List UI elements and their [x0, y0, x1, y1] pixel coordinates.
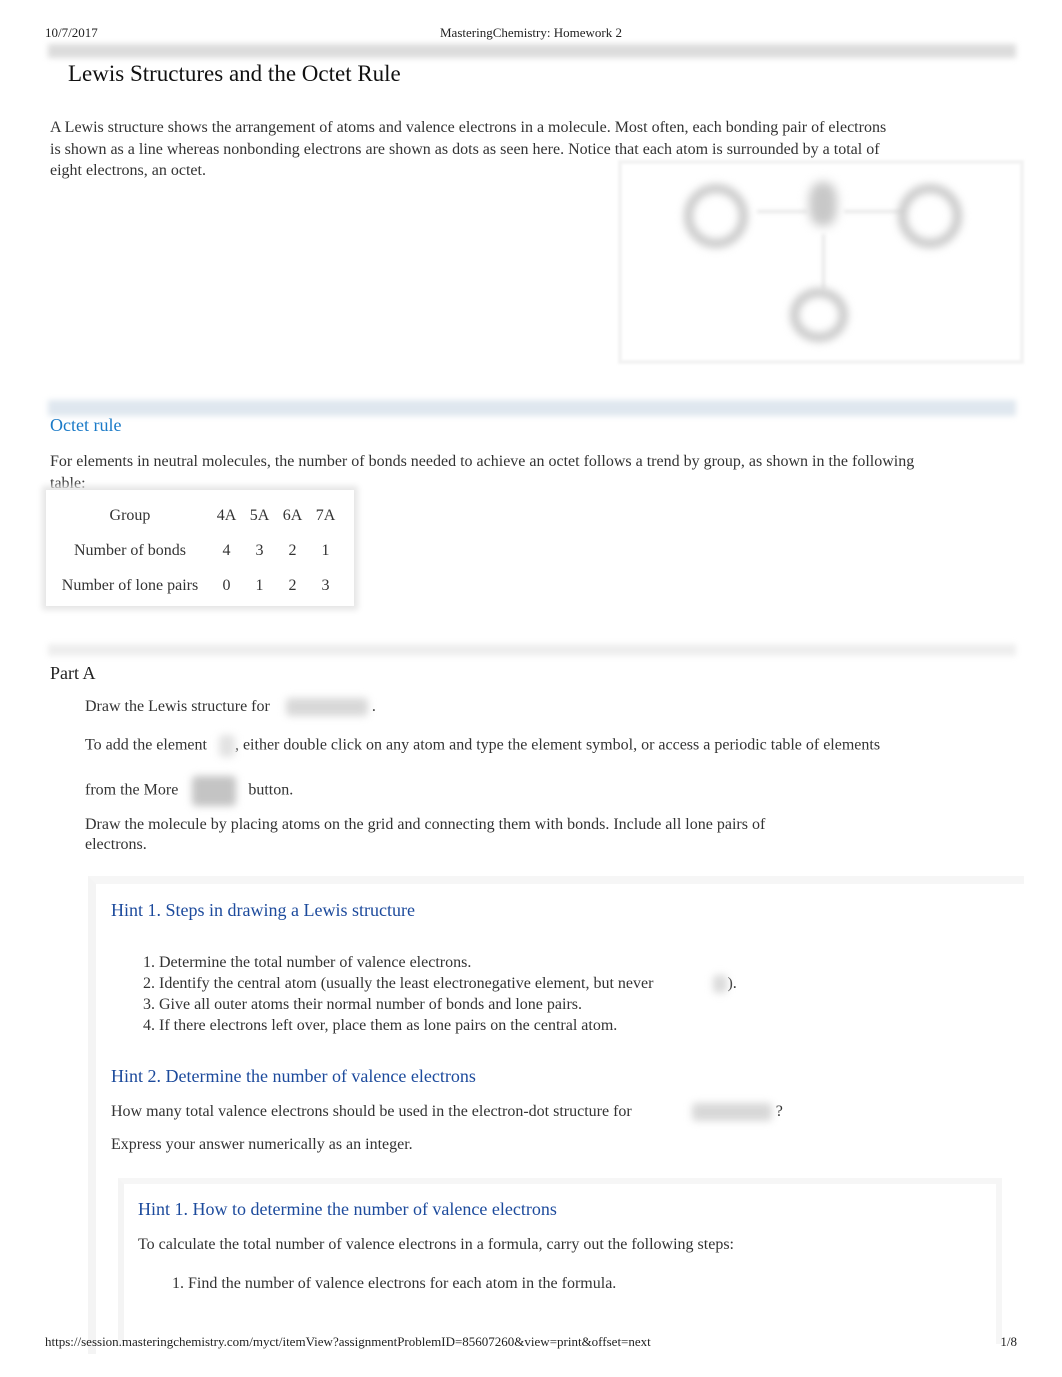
instruction-text: from the More — [85, 781, 179, 799]
more-button-icon — [192, 776, 237, 806]
element-symbol-image — [218, 735, 235, 757]
instruction-text: . — [371, 698, 376, 715]
section-divider — [48, 400, 1016, 416]
question-text: How many total valence electrons should … — [111, 1103, 632, 1120]
instruction-text: , either double click on any atom and ty… — [234, 736, 881, 754]
element-symbol-image — [713, 975, 728, 994]
hint-2-question: How many total valence electrons should … — [111, 1102, 783, 1122]
list-item: 2. Identify the central atom (usually th… — [143, 973, 737, 994]
table-cell: Number of lone pairs — [61, 576, 199, 594]
hint-1-steps: 1. Determine the total number of valence… — [143, 952, 737, 1036]
title-bar-divider — [48, 44, 1016, 58]
part-a-instruction-1: Draw the Lewis structure for . — [85, 697, 376, 717]
page-title: Lewis Structures and the Octet Rule — [68, 61, 401, 86]
table-cell: 4 — [222, 541, 231, 559]
octet-table: Group 4A 5A 6A 7A Number of bonds 4 3 2 … — [50, 498, 342, 603]
table-row: Number of lone pairs 0 1 2 3 — [50, 568, 342, 603]
part-a-label: Part A — [50, 663, 96, 683]
part-a-instruction-3: from the More button. — [85, 776, 293, 806]
table-header-cell: 7A — [315, 506, 336, 524]
bond-line — [844, 210, 904, 213]
octet-rule-text: For elements in neutral molecules, the n… — [50, 453, 915, 492]
part-divider — [48, 644, 1016, 656]
formula-image — [285, 698, 368, 717]
instruction-text: To add the element — [85, 736, 207, 754]
list-item: 3. Give all outer atoms their normal num… — [143, 996, 583, 1013]
table-cell: 2 — [288, 541, 297, 559]
page-number: 1/8 — [1000, 1334, 1017, 1349]
list-item: 1. Find the number of valence electrons … — [172, 1275, 617, 1292]
table-cell: 0 — [222, 576, 231, 594]
table-cell: 1 — [255, 576, 264, 594]
hint-2-instruction: Express your answer numerically as an in… — [111, 1136, 413, 1153]
print-title: MasteringChemistry: Homework 2 — [440, 25, 622, 40]
table-header-row: Group 4A 5A 6A 7A — [50, 498, 342, 533]
bond-line — [757, 210, 807, 213]
hint-1-title[interactable]: Hint 1. Steps in drawing a Lewis structu… — [111, 900, 415, 921]
list-item-text: 2. Identify the central atom (usually th… — [143, 975, 654, 992]
table-header-cell: 5A — [249, 506, 270, 524]
table-header-cell: 6A — [282, 506, 303, 524]
table-row: Number of bonds 4 3 2 1 — [50, 533, 342, 568]
hint-2-title[interactable]: Hint 2. Determine the number of valence … — [111, 1066, 476, 1087]
instruction-text: Draw the Lewis structure for — [85, 698, 270, 715]
instruction-text: button. — [248, 781, 294, 799]
question-text: ? — [775, 1103, 783, 1120]
oxygen-atom-left-icon — [684, 184, 748, 248]
page-url: https://session.masteringchemistry.com/m… — [45, 1334, 651, 1349]
part-a-instruction-2: To add the element , either double click… — [85, 735, 880, 757]
lewis-structure-diagram-icon — [618, 160, 1024, 364]
list-item: 1. Determine the total number of valence… — [143, 954, 472, 971]
table-cell: 3 — [255, 541, 264, 559]
octet-rule-heading: Octet rule — [50, 415, 122, 435]
carbon-atom-icon — [809, 182, 837, 226]
part-a-instruction-4: Draw the molecule by placing atoms on th… — [85, 816, 766, 853]
table-header-cell: Group — [109, 506, 151, 524]
table-header-cell: 4A — [216, 506, 237, 524]
print-header: 10/7/2017 MasteringChemistry: Homework 2 — [45, 25, 1017, 41]
formula-image — [691, 1103, 772, 1122]
sub-hint-1-steps: 1. Find the number of valence electrons … — [172, 1273, 616, 1294]
sub-hint-1-title[interactable]: Hint 1. How to determine the number of v… — [138, 1199, 557, 1220]
list-item: 4. If there electrons left over, place t… — [143, 1017, 618, 1034]
octet-table-container: Group 4A 5A 6A 7A Number of bonds 4 3 2 … — [46, 490, 354, 606]
bond-line — [822, 234, 825, 289]
sub-hint-1-text: To calculate the total number of valence… — [138, 1236, 734, 1253]
table-cell: Number of bonds — [74, 541, 186, 559]
table-cell: 2 — [288, 576, 297, 594]
table-cell: 1 — [321, 541, 330, 559]
table-cell: 3 — [321, 576, 330, 594]
oxygen-atom-bottom-icon — [790, 288, 848, 342]
list-item-text: ). — [727, 975, 737, 992]
oxygen-atom-right-icon — [898, 184, 962, 248]
